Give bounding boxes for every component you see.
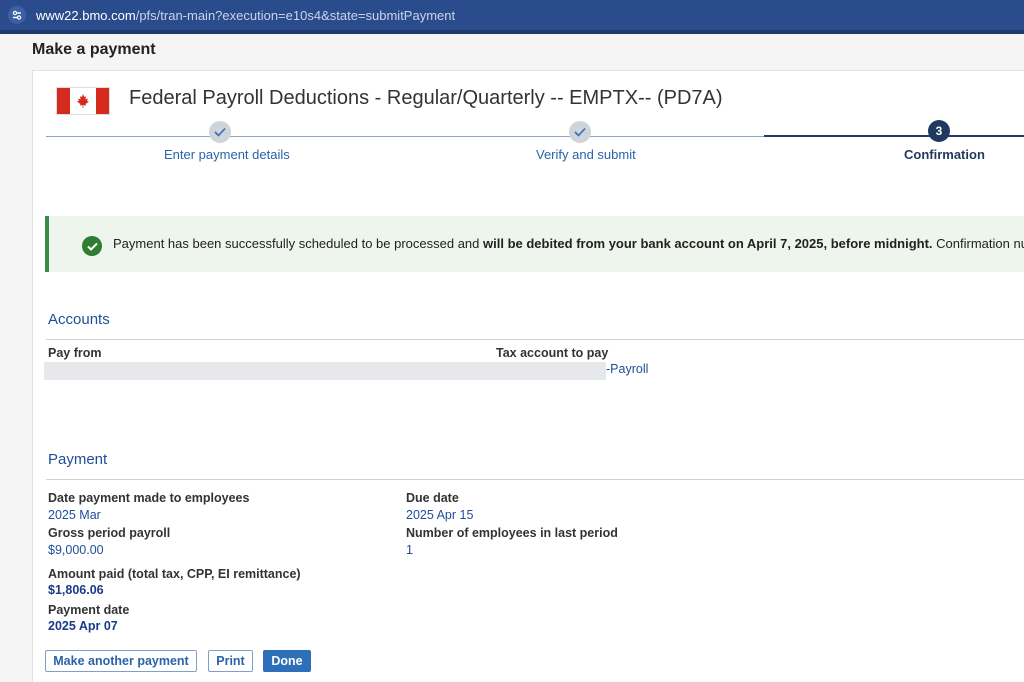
success-message-prefix: Payment has been successfully scheduled … xyxy=(113,236,484,251)
tax-account-label: Tax account to pay xyxy=(496,346,609,360)
success-message: Payment has been successfully scheduled … xyxy=(113,236,1024,251)
accounts-heading: Accounts xyxy=(48,311,110,328)
redacted-account-info xyxy=(44,362,606,380)
page-title: Make a payment xyxy=(32,41,156,58)
site-settings-icon[interactable] xyxy=(8,6,26,24)
url-bar-border xyxy=(0,30,1024,34)
step-3-label: Confirmation xyxy=(904,147,985,162)
amount-paid-value: $1,806.06 xyxy=(48,583,104,597)
payment-date-label: Payment date xyxy=(48,603,130,617)
payee-title: Federal Payroll Deductions - Regular/Qua… xyxy=(129,87,723,109)
success-message-bold: will be debited from your bank account o… xyxy=(483,236,933,251)
step-1-check-icon xyxy=(209,121,231,143)
print-button[interactable]: Print xyxy=(208,650,253,672)
url-host: www22.bmo.com xyxy=(36,7,136,23)
tax-account-value: -Payroll xyxy=(606,362,649,376)
stepper-track-completed xyxy=(46,136,764,137)
payment-divider xyxy=(46,479,1024,480)
make-another-payment-button[interactable]: Make another payment xyxy=(45,650,197,672)
success-alert: Payment has been successfully scheduled … xyxy=(45,216,1024,272)
browser-url-bar[interactable]: www22.bmo.com/pfs/tran-main?execution=e1… xyxy=(0,0,1024,30)
amount-paid-label: Amount paid (total tax, CPP, EI remittan… xyxy=(48,567,301,581)
step-1-label: Enter payment details xyxy=(164,147,290,162)
date-made-label: Date payment made to employees xyxy=(48,491,250,505)
gross-payroll-value: $9,000.00 xyxy=(48,543,104,557)
payment-date-value: 2025 Apr 07 xyxy=(48,619,118,633)
gross-payroll-label: Gross period payroll xyxy=(48,526,171,540)
pay-from-label: Pay from xyxy=(48,346,102,360)
step-3-number: 3 xyxy=(928,120,950,142)
payment-heading: Payment xyxy=(48,451,108,468)
date-made-value: 2025 Mar xyxy=(48,508,101,522)
canada-flag-icon xyxy=(56,87,110,115)
url-text[interactable]: www22.bmo.com/pfs/tran-main?execution=e1… xyxy=(36,8,455,23)
step-2-label: Verify and submit xyxy=(536,147,636,162)
done-button[interactable]: Done xyxy=(263,650,311,672)
due-date-value: 2025 Apr 15 xyxy=(406,508,474,522)
accounts-divider xyxy=(46,339,1024,340)
employees-label: Number of employees in last period xyxy=(406,526,618,540)
due-date-label: Due date xyxy=(406,491,459,505)
stepper-track-current xyxy=(764,135,1024,137)
employees-value: 1 xyxy=(406,543,413,557)
step-2-check-icon xyxy=(569,121,591,143)
success-message-suffix: Confirmation num xyxy=(936,236,1024,251)
success-check-icon xyxy=(82,236,102,256)
url-path: /pfs/tran-main?execution=e10s4&state=sub… xyxy=(135,7,456,23)
